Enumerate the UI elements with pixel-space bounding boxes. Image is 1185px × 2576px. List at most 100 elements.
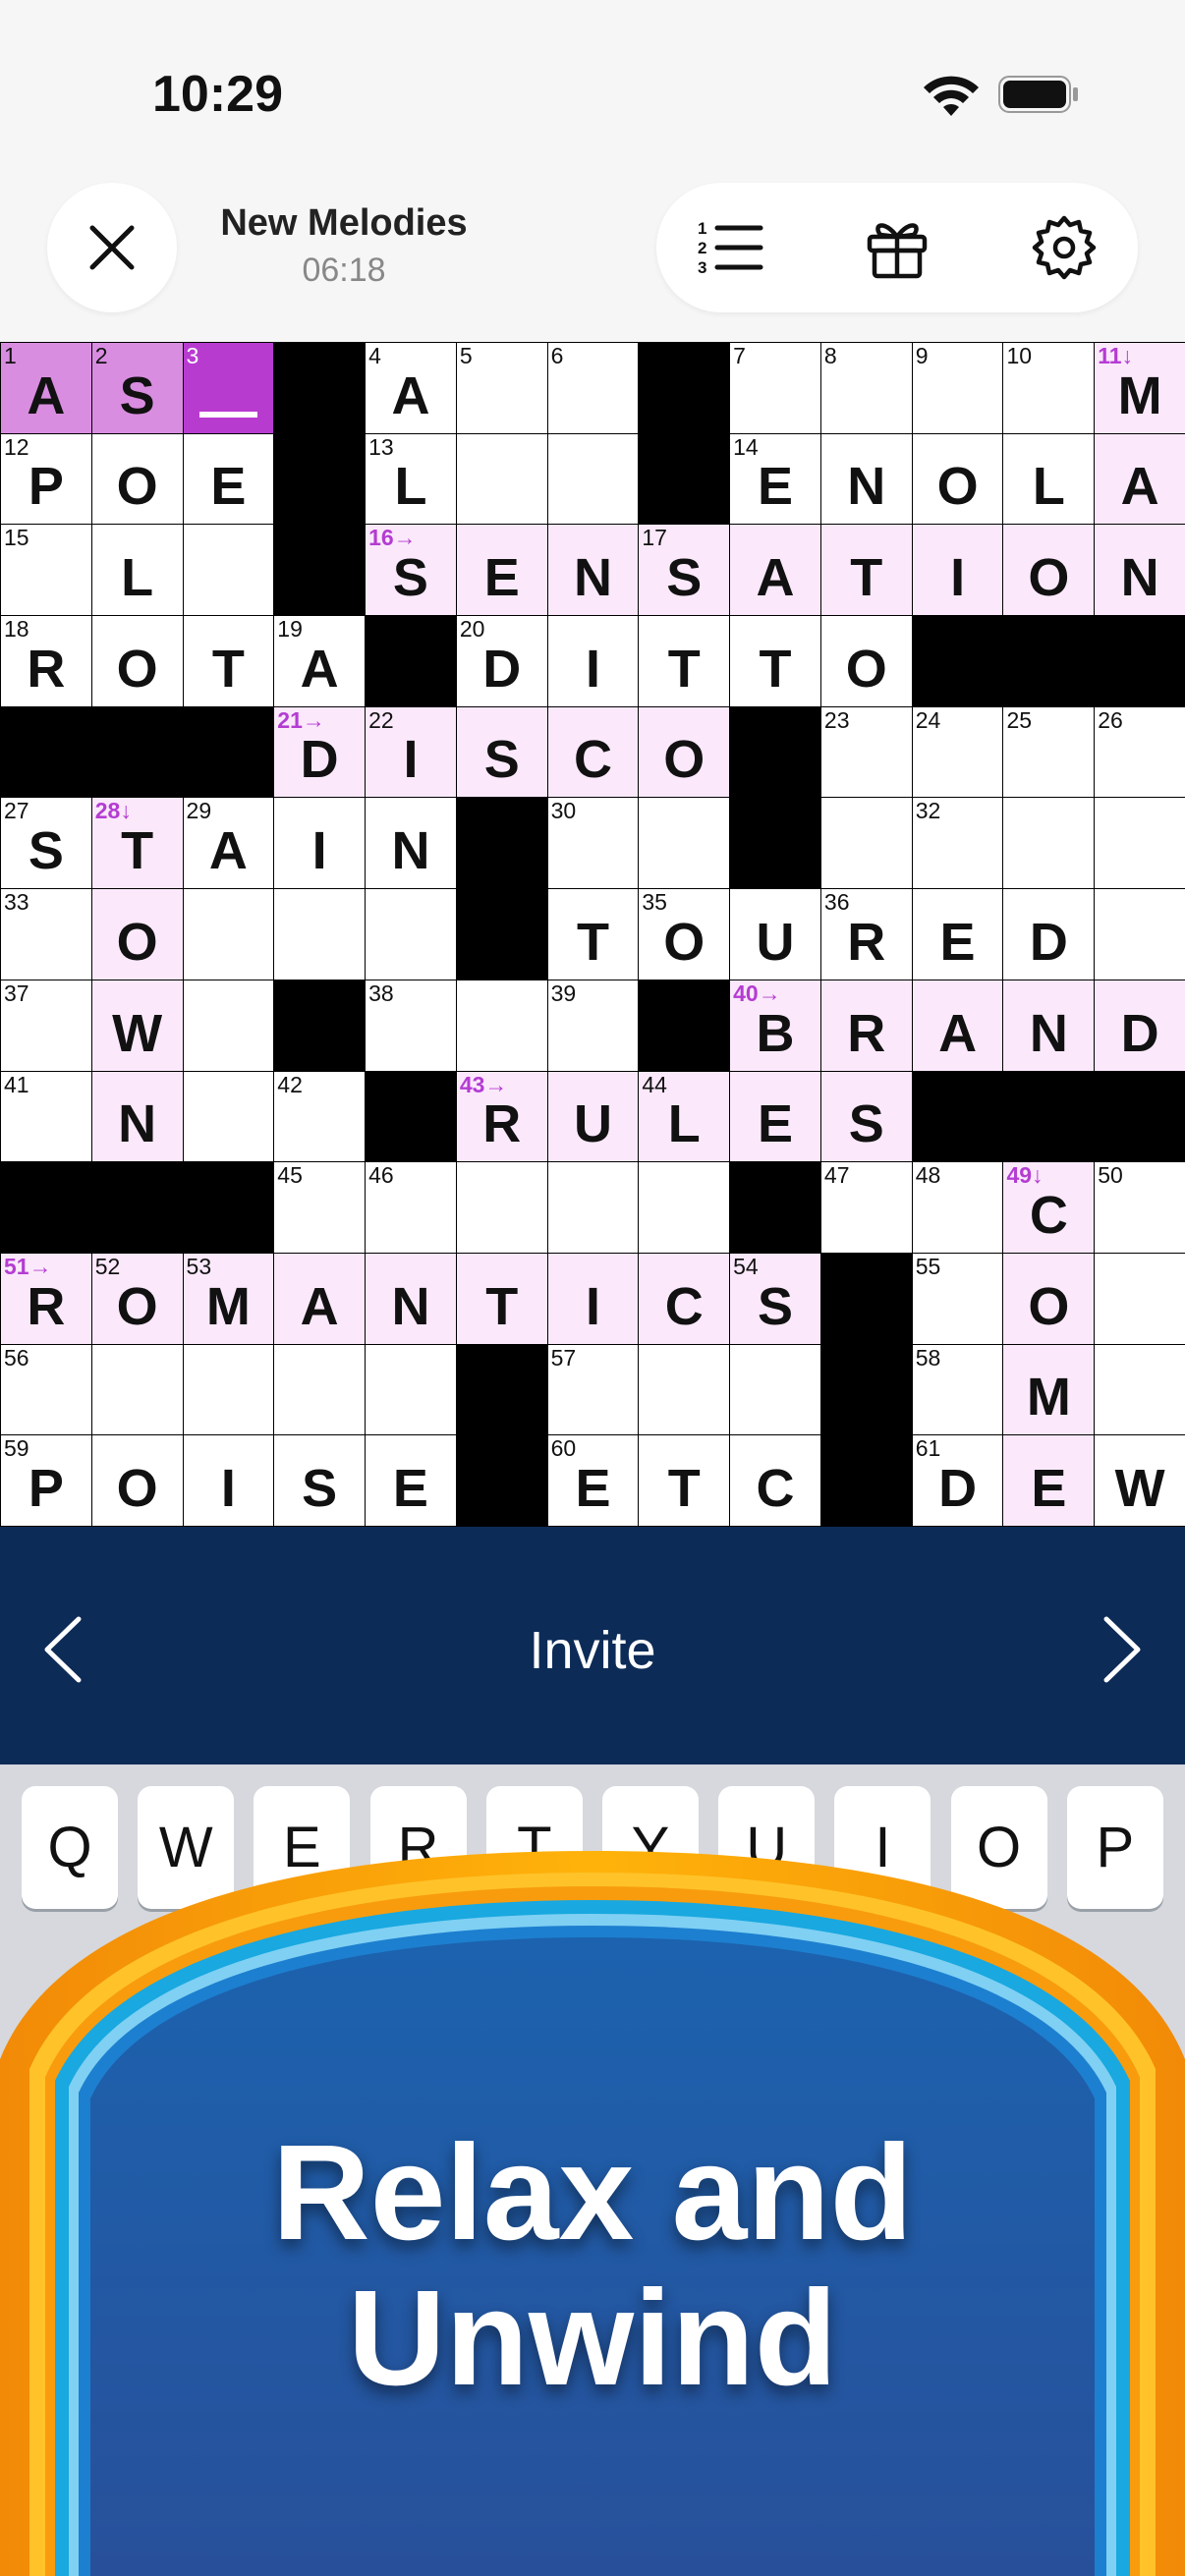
grid-cell[interactable]: S xyxy=(273,1434,367,1527)
grid-cell[interactable] xyxy=(455,432,548,526)
grid-cell[interactable]: T xyxy=(638,615,731,707)
grid-cell[interactable]: 57 xyxy=(546,1343,640,1436)
grid-cell[interactable]: 27 S xyxy=(0,797,92,890)
grid-cell[interactable]: U xyxy=(546,1070,640,1163)
grid-cell[interactable]: 14 E xyxy=(729,432,821,526)
grid-cell[interactable] xyxy=(90,1343,184,1436)
grid-cell[interactable]: 12 P xyxy=(0,432,92,526)
grid-cell[interactable]: 16→ S xyxy=(365,524,457,617)
grid-cell[interactable]: N xyxy=(546,524,640,617)
grid-cell[interactable] xyxy=(638,1343,731,1436)
grid-cell[interactable]: 58 xyxy=(911,1343,1004,1436)
grid-cell[interactable]: 41 xyxy=(0,1070,92,1163)
grid-cell[interactable]: D xyxy=(1094,979,1185,1072)
grid-cell[interactable]: 56 xyxy=(0,1343,92,1436)
grid-cell[interactable]: N xyxy=(90,1070,184,1163)
grid-cell[interactable]: 8 xyxy=(819,342,913,434)
grid-cell[interactable]: O xyxy=(90,1434,184,1527)
grid-cell[interactable]: 44 L xyxy=(638,1070,731,1163)
grid-cell[interactable]: N xyxy=(1094,524,1185,617)
grid-cell[interactable]: N xyxy=(1002,979,1096,1072)
grid-cell[interactable]: O xyxy=(1002,1252,1096,1345)
grid-cell[interactable]: 19 A xyxy=(273,615,367,707)
grid-cell[interactable]: 7 xyxy=(729,342,821,434)
grid-cell[interactable]: E xyxy=(729,1070,821,1163)
grid-cell[interactable]: E xyxy=(365,1434,457,1527)
grid-cell[interactable]: 52 O xyxy=(90,1252,184,1345)
grid-cell[interactable]: 9 xyxy=(911,342,1004,434)
close-button[interactable] xyxy=(47,183,177,312)
grid-cell[interactable] xyxy=(1094,1343,1185,1436)
grid-cell[interactable]: O xyxy=(90,888,184,980)
grid-cell[interactable] xyxy=(182,524,275,617)
grid-cell[interactable]: 49↓ C xyxy=(1002,1161,1096,1254)
grid-cell[interactable]: 51→ R xyxy=(0,1252,92,1345)
grid-cell[interactable]: A xyxy=(1094,432,1185,526)
grid-cell[interactable]: E xyxy=(1002,1434,1096,1527)
grid-cell[interactable]: 6 xyxy=(546,342,640,434)
grid-cell[interactable]: D xyxy=(1002,888,1096,980)
grid-cell[interactable]: 22 I xyxy=(365,705,457,799)
grid-cell[interactable] xyxy=(729,1343,821,1436)
grid-cell[interactable]: 33 xyxy=(0,888,92,980)
grid-cell[interactable]: 15 xyxy=(0,524,92,617)
grid-cell[interactable]: C xyxy=(638,1252,731,1345)
grid-cell[interactable]: I xyxy=(273,797,367,890)
grid-cell[interactable]: 20 D xyxy=(455,615,548,707)
gift-button[interactable] xyxy=(858,208,936,287)
grid-cell[interactable]: C xyxy=(546,705,640,799)
grid-cell[interactable]: 11↓ M xyxy=(1094,342,1185,434)
grid-cell[interactable]: 46 xyxy=(365,1161,457,1254)
grid-cell[interactable]: 39 xyxy=(546,979,640,1072)
settings-button[interactable] xyxy=(1025,208,1103,287)
grid-cell[interactable]: N xyxy=(365,1252,457,1345)
grid-cell[interactable]: T xyxy=(546,888,640,980)
grid-cell[interactable]: A xyxy=(273,1252,367,1345)
grid-cell[interactable]: 40→ B xyxy=(729,979,821,1072)
grid-cell[interactable] xyxy=(182,979,275,1072)
grid-cell[interactable]: 4A xyxy=(365,342,457,434)
grid-cell[interactable]: 42 xyxy=(273,1070,367,1163)
grid-cell[interactable]: 61 D xyxy=(911,1434,1004,1527)
next-clue-button[interactable] xyxy=(1077,1605,1165,1694)
grid-cell[interactable]: U xyxy=(729,888,821,980)
grid-cell[interactable]: 5 xyxy=(455,342,548,434)
grid-cell[interactable]: A xyxy=(911,979,1004,1072)
grid-cell[interactable] xyxy=(546,432,640,526)
grid-cell[interactable]: 2S xyxy=(90,342,184,434)
grid-cell[interactable]: 37 xyxy=(0,979,92,1072)
grid-cell[interactable]: E xyxy=(911,888,1004,980)
grid-cell[interactable]: 53 M xyxy=(182,1252,275,1345)
grid-cell[interactable]: S xyxy=(455,705,548,799)
grid-cell[interactable]: 3 xyxy=(182,342,275,434)
grid-cell[interactable]: W xyxy=(1094,1434,1185,1527)
grid-cell[interactable] xyxy=(546,1161,640,1254)
clue-text[interactable]: Invite xyxy=(118,1620,1067,1681)
grid-cell[interactable] xyxy=(273,1343,367,1436)
grid-cell[interactable] xyxy=(182,1343,275,1436)
grid-cell[interactable]: N xyxy=(819,432,913,526)
grid-cell[interactable]: 23 xyxy=(819,705,913,799)
grid-cell[interactable]: T xyxy=(455,1252,548,1345)
grid-cell[interactable] xyxy=(182,888,275,980)
grid-cell[interactable] xyxy=(638,797,731,890)
grid-cell[interactable] xyxy=(1094,1252,1185,1345)
grid-cell[interactable]: T xyxy=(638,1434,731,1527)
grid-cell[interactable]: 25 xyxy=(1002,705,1096,799)
grid-cell[interactable]: 10 xyxy=(1002,342,1096,434)
grid-cell[interactable]: 30 xyxy=(546,797,640,890)
grid-cell[interactable]: A xyxy=(729,524,821,617)
grid-cell[interactable]: E xyxy=(182,432,275,526)
grid-cell[interactable] xyxy=(273,888,367,980)
grid-cell[interactable]: O xyxy=(911,432,1004,526)
grid-cell[interactable]: 24 xyxy=(911,705,1004,799)
grid-cell[interactable]: M xyxy=(1002,1343,1096,1436)
grid-cell[interactable]: 47 xyxy=(819,1161,913,1254)
grid-cell[interactable]: 35 O xyxy=(638,888,731,980)
grid-cell[interactable]: I xyxy=(546,1252,640,1345)
grid-cell[interactable]: 18 R xyxy=(0,615,92,707)
grid-cell[interactable]: S xyxy=(819,1070,913,1163)
grid-cell[interactable]: 26 xyxy=(1094,705,1185,799)
grid-cell[interactable] xyxy=(455,979,548,1072)
grid-cell[interactable]: O xyxy=(638,705,731,799)
